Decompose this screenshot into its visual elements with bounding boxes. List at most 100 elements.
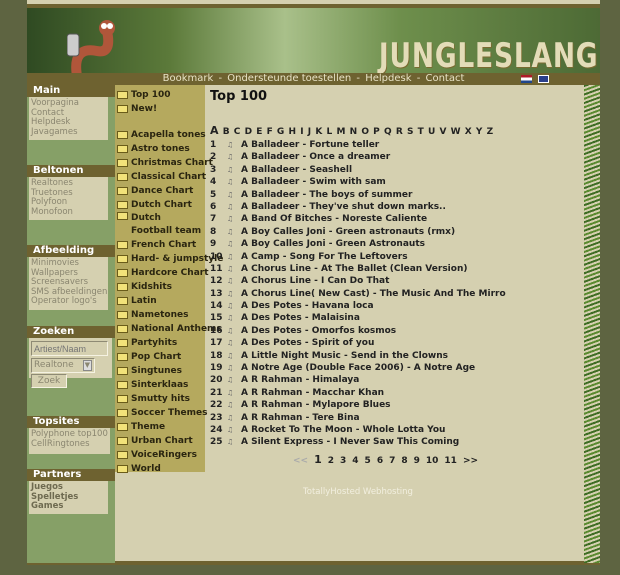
song-row[interactable]: 16 ♫ A Des Potes - Omorfos kosmos [210, 325, 506, 337]
headphones-icon[interactable]: ♫ [227, 374, 241, 386]
song-title[interactable]: A Silent Express - I Never Saw This Comi… [241, 436, 459, 448]
category-item[interactable]: Pop Chart [117, 350, 203, 364]
category-item[interactable]: Dutch Chart [117, 198, 203, 212]
pager-page[interactable]: 7 [389, 456, 395, 466]
song-title[interactable]: A Chorus Line - At The Ballet (Clean Ver… [241, 263, 467, 275]
type-select[interactable]: Realtone ▼ [31, 358, 95, 373]
search-input[interactable] [31, 341, 108, 356]
pager-next[interactable]: >> [463, 456, 478, 466]
song-title[interactable]: A Chorus Line - I Can Do That [241, 275, 389, 287]
pager-page[interactable]: 2 [328, 456, 334, 466]
headphones-icon[interactable]: ♫ [227, 251, 241, 263]
link-games[interactable]: Games [31, 501, 106, 512]
headphones-icon[interactable]: ♫ [227, 176, 241, 188]
song-row[interactable]: 19 ♫ A Notre Age (Double Face 2006) - A No… [210, 362, 506, 374]
song-row[interactable]: 22 ♫ A R Rahman - Mylapore Blues [210, 399, 506, 411]
pager-prev[interactable]: << [293, 456, 308, 466]
song-row[interactable]: 9 ♫ A Boy Calles Joni - Green Astronauts [210, 238, 506, 250]
song-row[interactable]: 1 ♫ A Balladeer - Fortune teller [210, 139, 506, 151]
alphabet-letter[interactable]: W [451, 127, 461, 137]
song-title[interactable]: A Band Of Bitches - Noreste Caliente [241, 213, 427, 225]
category-item[interactable]: Hardcore Chart [117, 266, 209, 280]
headphones-icon[interactable]: ♫ [227, 312, 241, 324]
nav-contact[interactable]: Contact [424, 73, 465, 84]
song-row[interactable]: 3 ♫ A Balladeer - Seashell [210, 164, 506, 176]
headphones-icon[interactable]: ♫ [227, 288, 241, 300]
pager-page[interactable]: 11 [444, 456, 457, 466]
alphabet-letter[interactable]: U [428, 127, 435, 137]
category-item[interactable]: Astro tones [117, 142, 203, 156]
headphones-icon[interactable]: ♫ [227, 399, 241, 411]
alphabet-letter[interactable]: G [277, 127, 284, 137]
song-title[interactable]: A Notre Age (Double Face 2006) - A Notre… [241, 362, 475, 374]
song-row[interactable]: 17 ♫ A Des Potes - Spirit of you [210, 337, 506, 349]
link-monofoon[interactable]: Monofoon [31, 207, 106, 218]
song-row[interactable]: 18 ♫ A Little Night Music - Send in the Cl… [210, 350, 506, 362]
alphabet-letter[interactable]: Z [487, 127, 494, 137]
headphones-icon[interactable]: ♫ [227, 151, 241, 163]
song-row[interactable]: 2 ♫ A Balladeer - Once a dreamer [210, 151, 506, 163]
song-row[interactable]: 8 ♫ A Boy Calles Joni - Green astronauts (… [210, 226, 506, 238]
headphones-icon[interactable]: ♫ [227, 387, 241, 399]
song-title[interactable]: A Chorus Line( New Cast) - The Music And… [241, 288, 506, 300]
link-javagames[interactable]: Javagames [31, 127, 106, 138]
headphones-icon[interactable]: ♫ [227, 350, 241, 362]
pager-page[interactable]: 5 [365, 456, 371, 466]
song-row[interactable]: 20 ♫ A R Rahman - Himalaya [210, 374, 506, 386]
song-row[interactable]: 6 ♫ A Balladeer - They've shut down marks.… [210, 201, 506, 213]
alphabet-letter[interactable]: M [336, 127, 345, 137]
headphones-icon[interactable]: ♫ [227, 424, 241, 436]
alphabet-letter[interactable]: K [315, 127, 322, 137]
alphabet-letter[interactable]: E [256, 127, 262, 137]
alphabet-letter[interactable]: X [465, 127, 472, 137]
category-item[interactable]: Singtunes [117, 364, 203, 378]
category-item[interactable]: New! [117, 102, 203, 116]
headphones-icon[interactable]: ♫ [227, 213, 241, 225]
pager-page[interactable]: 8 [401, 456, 407, 466]
nav-helpdesk[interactable]: Helpdesk [364, 73, 412, 84]
song-title[interactable]: A Little Night Music - Send in the Clown… [241, 350, 448, 362]
category-item[interactable]: Classical Chart [117, 170, 206, 184]
alphabet-letter[interactable]: R [396, 127, 403, 137]
link-operator-logos[interactable]: Operator logo's [31, 296, 106, 307]
alphabet-letter[interactable]: Q [384, 127, 392, 137]
alphabet-letter[interactable]: D [245, 127, 252, 137]
song-title[interactable]: A Balladeer - The boys of summer [241, 189, 412, 201]
headphones-icon[interactable]: ♫ [227, 436, 241, 448]
song-row[interactable]: 14 ♫ A Des Potes - Havana loca [210, 300, 506, 312]
uk-flag-icon[interactable] [538, 75, 549, 83]
song-row[interactable]: 13 ♫ A Chorus Line( New Cast) - The Music … [210, 288, 506, 300]
alphabet-letter[interactable]: S [407, 127, 413, 137]
headphones-icon[interactable]: ♫ [227, 362, 241, 374]
song-title[interactable]: A Boy Calles Joni - Green astronauts (rm… [241, 226, 455, 238]
link-cellringtones[interactable]: CellRingtones [31, 439, 108, 450]
category-item[interactable]: Top 100 [117, 88, 203, 102]
nl-flag-icon[interactable] [521, 75, 532, 83]
category-item[interactable]: Smutty hits [117, 392, 203, 406]
alphabet-letter[interactable]: A [210, 124, 219, 137]
alphabet-letter[interactable]: T [418, 127, 424, 137]
song-row[interactable]: 10 ♫ A Camp - Song For The Leftovers [210, 251, 506, 263]
chevron-down-icon[interactable]: ▼ [82, 360, 92, 371]
headphones-icon[interactable]: ♫ [227, 164, 241, 176]
category-item[interactable]: Christmas Chart [117, 156, 213, 170]
song-title[interactable]: A R Rahman - Tere Bina [241, 412, 360, 424]
song-row[interactable]: 23 ♫ A R Rahman - Tere Bina [210, 412, 506, 424]
song-row[interactable]: 5 ♫ A Balladeer - The boys of summer [210, 189, 506, 201]
pager-page[interactable]: 1 [314, 453, 322, 466]
song-title[interactable]: A Boy Calles Joni - Green Astronauts [241, 238, 425, 250]
category-item[interactable]: Partyhits [117, 336, 203, 350]
category-item[interactable]: Hard- & jumpstyle [117, 252, 223, 266]
nav-supported-devices[interactable]: Ondersteunde toestellen [226, 73, 352, 84]
category-item[interactable]: Nametones [117, 308, 203, 322]
song-title[interactable]: A R Rahman - Himalaya [241, 374, 359, 386]
alphabet-letter[interactable]: I [300, 127, 303, 137]
song-row[interactable]: 24 ♫ A Rocket To The Moon - Whole Lotta Yo… [210, 424, 506, 436]
alphabet-letter[interactable]: V [439, 127, 446, 137]
alphabet-letter[interactable]: P [373, 127, 380, 137]
alphabet-letter[interactable]: L [327, 127, 333, 137]
song-row[interactable]: 12 ♫ A Chorus Line - I Can Do That [210, 275, 506, 287]
pager-page[interactable]: 3 [340, 456, 346, 466]
song-row[interactable]: 11 ♫ A Chorus Line - At The Ballet (Clean … [210, 263, 506, 275]
alphabet-letter[interactable]: N [350, 127, 358, 137]
